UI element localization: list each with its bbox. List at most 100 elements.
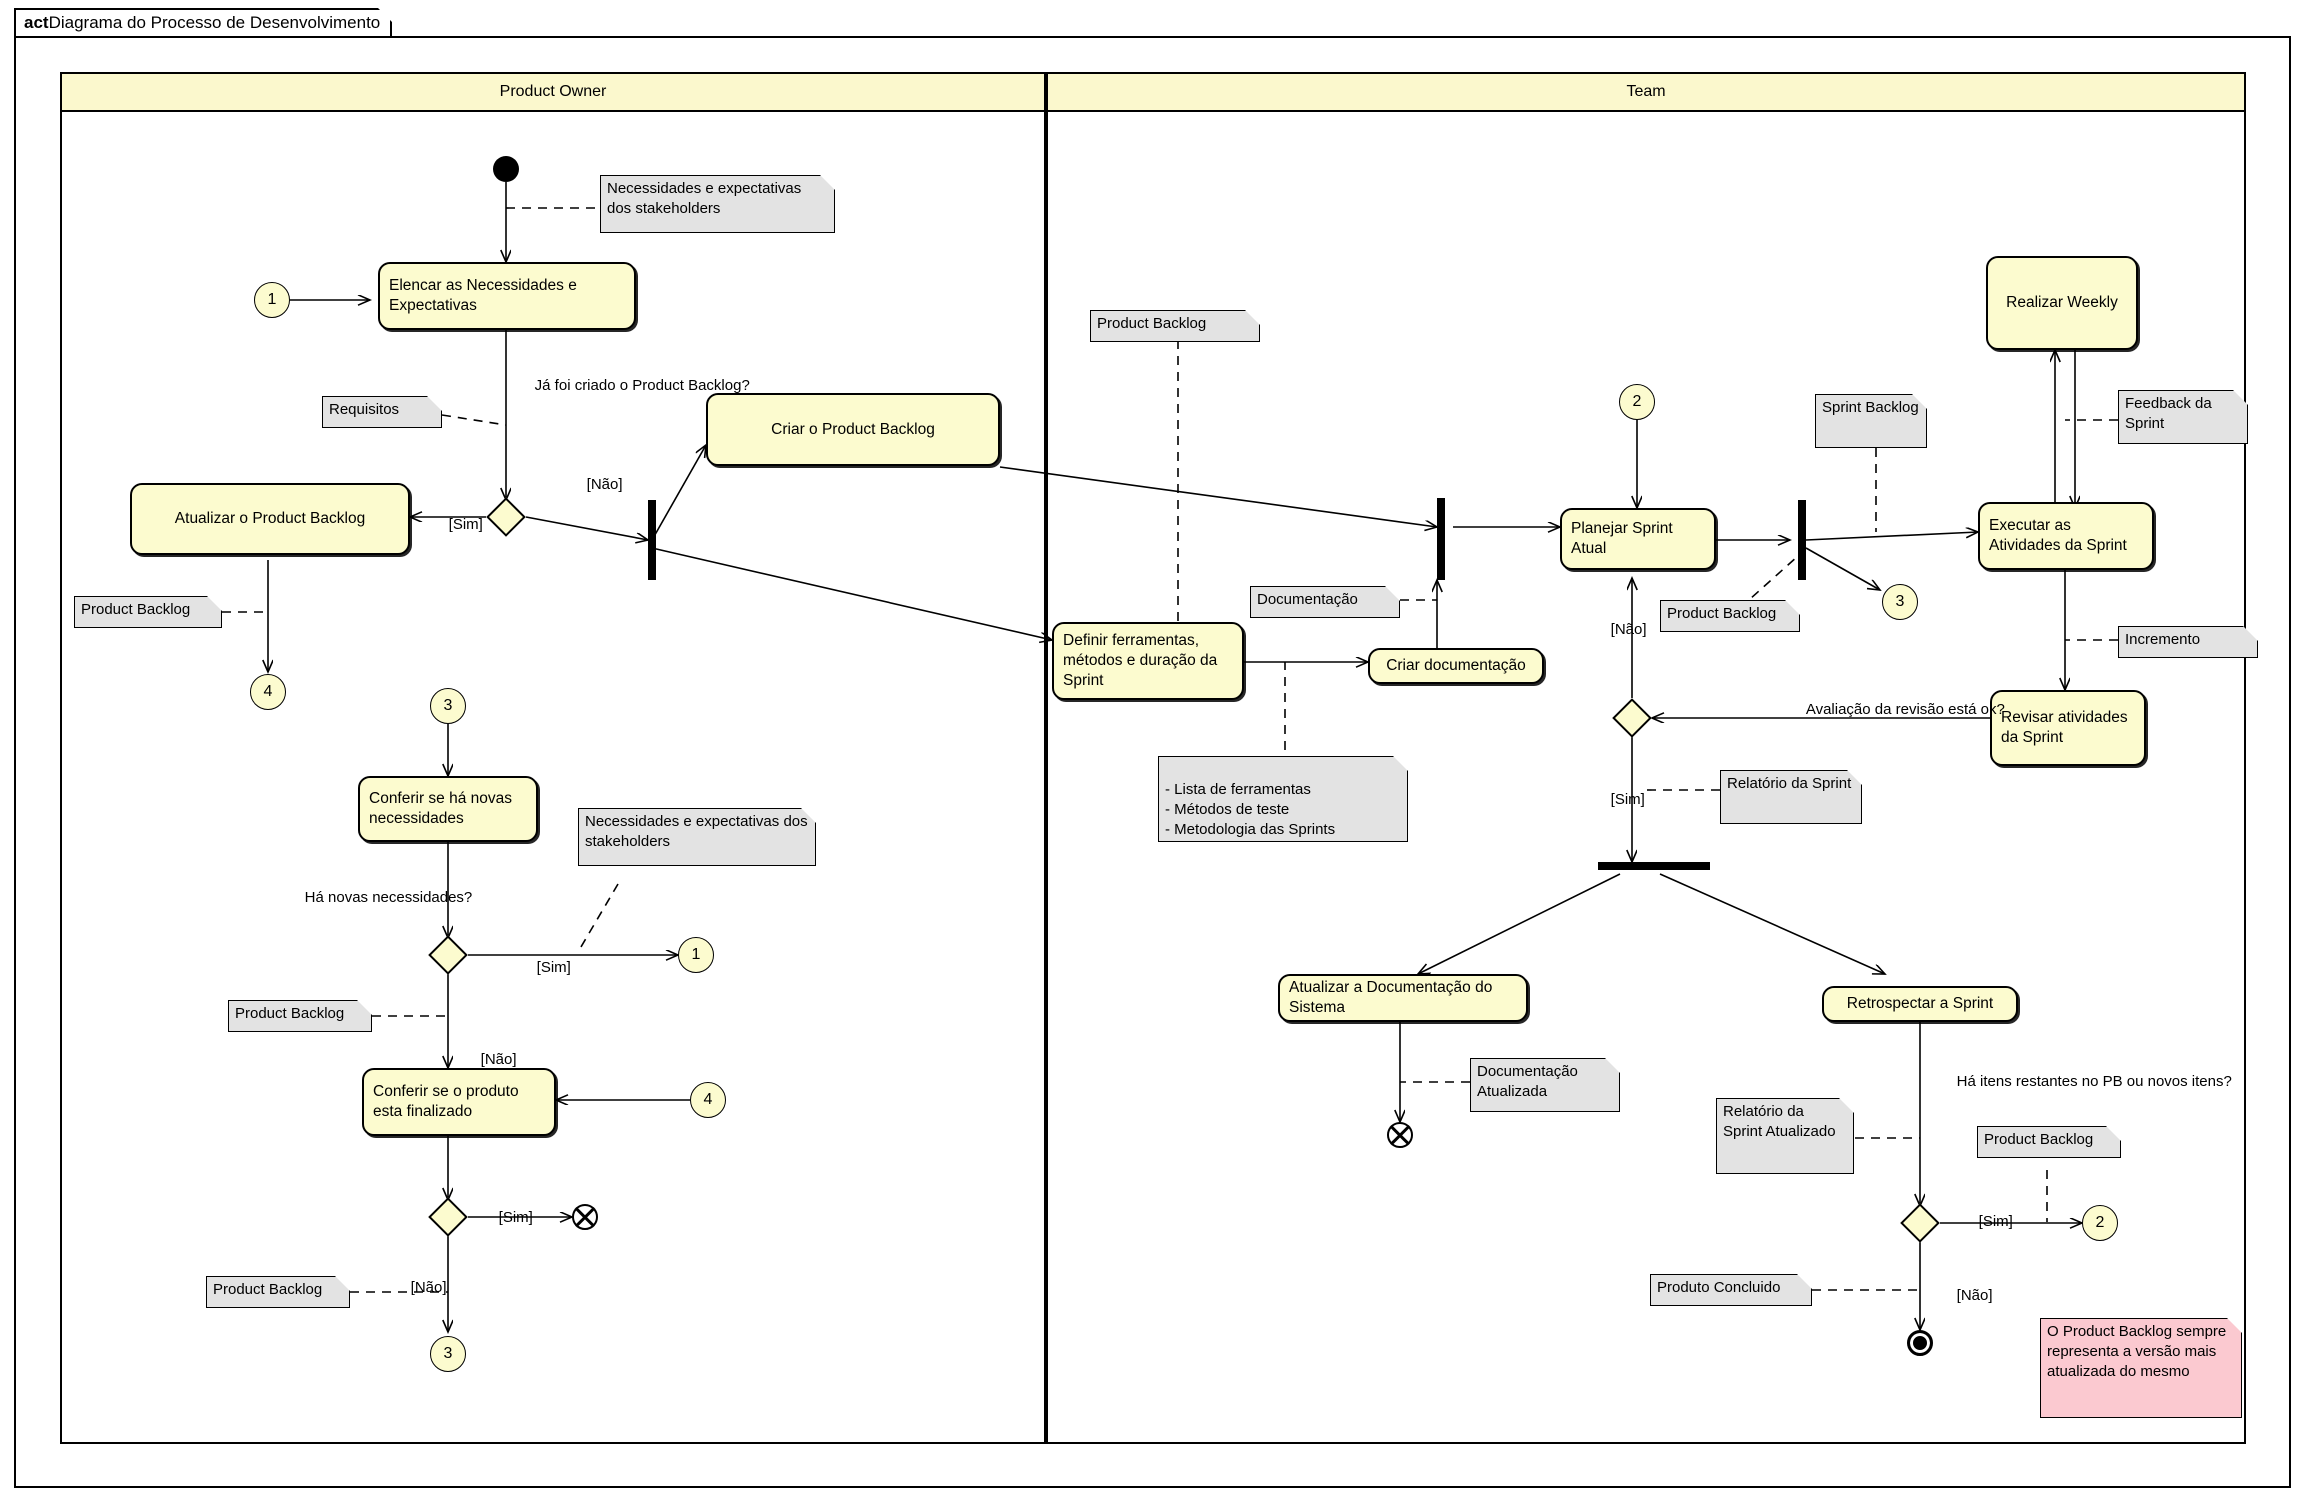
action-criar-documentacao[interactable]: Criar documentação [1368, 648, 1544, 684]
action-definir-ferramentas[interactable]: Definir ferramentas, métodos e duração d… [1052, 622, 1244, 700]
note-requisitos: Requisitos [322, 396, 442, 428]
connector-label: 3 [1895, 593, 1905, 610]
guard-sim-avaliacao: [Sim] [1594, 770, 1645, 830]
note-product-backlog-2: Product Backlog [228, 1000, 372, 1032]
guard-ha-novas-necessidades: Há novas necessidades? [288, 868, 473, 928]
guard-sim-criado: [Sim] [432, 495, 483, 555]
note-product-backlog-team-2: Product Backlog [1660, 600, 1800, 632]
initial-node [493, 156, 519, 182]
swimlane-team-label: Team [1626, 83, 1666, 100]
guard-label: Há novas necessidades? [304, 889, 473, 906]
guard-label: [Não] [1610, 621, 1647, 638]
guard-label: [Sim] [536, 959, 571, 976]
guard-label: Há itens restantes no PB ou novos itens? [1956, 1073, 2232, 1090]
guard-nao-finalizado: [Não] [394, 1258, 447, 1318]
note-label: Relatório da Sprint [1727, 775, 1852, 792]
action-atualizar-documentacao-sistema[interactable]: Atualizar a Documentação do Sistema [1278, 974, 1528, 1022]
note-label: Product Backlog [1097, 315, 1207, 332]
guard-avaliacao-revisao: Avaliação da revisão está ok? [1790, 680, 2005, 740]
action-label: Criar o Product Backlog [771, 420, 935, 438]
action-conferir-produto-finalizado[interactable]: Conferir se o produto esta finalizado [362, 1068, 556, 1136]
action-planejar-sprint-atual[interactable]: Planejar Sprint Atual [1560, 508, 1716, 570]
note-product-backlog-team-3: Product Backlog [1977, 1126, 2121, 1158]
note-label: Sprint Backlog [1822, 399, 1919, 416]
guard-label: [Não] [410, 1279, 447, 1296]
fork-bar-team-2 [1798, 500, 1806, 580]
note-label: Produto Concluido [1657, 1279, 1781, 1296]
flow-final-node-team [1387, 1122, 1413, 1148]
guard-nao-criado: [Não] [570, 455, 623, 515]
connector-label: 3 [443, 1345, 453, 1362]
action-revisar-atividades-sprint[interactable]: Revisar atividades da Sprint [1990, 690, 2146, 766]
connector-label: 1 [267, 291, 277, 308]
note-lista-ferramentas: - Lista de ferramentas - Métodos de test… [1158, 756, 1408, 842]
decision-ha-novas-necessidades [428, 938, 468, 972]
decision-ha-itens-restantes [1900, 1206, 1940, 1240]
connector-4-mid: 4 [690, 1082, 726, 1118]
action-label: Conferir se o produto esta finalizado [373, 1083, 519, 1120]
guard-label: [Não] [1956, 1287, 1993, 1304]
note-label: - Lista de ferramentas - Métodos de test… [1165, 781, 1336, 838]
guard-sim-finalizado: [Sim] [482, 1188, 533, 1248]
flow-final-node-left [572, 1204, 598, 1230]
action-executar-atividades-sprint[interactable]: Executar as Atividades da Sprint [1978, 502, 2154, 570]
action-elencar-necessidades[interactable]: Elencar as Necessidades e Expectativas [378, 262, 636, 330]
guard-ja-foi-criado: Já foi criado o Product Backlog? [518, 356, 750, 416]
decision-produto-finalizado [428, 1200, 468, 1234]
action-label: Criar documentação [1386, 657, 1526, 674]
guard-nao-avaliacao: [Não] [1594, 600, 1647, 660]
note-documentacao-atualizada: Documentação Atualizada [1470, 1058, 1620, 1112]
guard-nao-itens: [Não] [1940, 1266, 1993, 1326]
connector-1-left: 1 [254, 282, 290, 318]
swimlane-team-header: Team [1046, 72, 2246, 112]
note-label: Requisitos [329, 401, 400, 418]
connector-label: 4 [263, 683, 273, 700]
action-criar-product-backlog[interactable]: Criar o Product Backlog [706, 393, 1000, 466]
note-necessidades-expectativas-2: Necessidades e expectativas dos stakehol… [578, 808, 816, 866]
diagram-title-tab: actDiagrama do Processo de Desenvolvimen… [14, 8, 392, 38]
action-label: Conferir se há novas necessidades [369, 790, 513, 827]
connector-label: 2 [2095, 1214, 2105, 1231]
action-label: Realizar Weekly [2006, 294, 2118, 311]
note-incremento: Incremento [2118, 626, 2258, 658]
guard-label: Já foi criado o Product Backlog? [534, 377, 750, 394]
connector-2-bottom: 2 [2082, 1205, 2118, 1241]
decision-ja-foi-criado [486, 500, 526, 534]
guard-sim-novas: [Sim] [520, 938, 571, 998]
action-retrospectar-sprint[interactable]: Retrospectar a Sprint [1822, 986, 2018, 1022]
connector-3-left: 3 [430, 688, 466, 724]
action-atualizar-product-backlog[interactable]: Atualizar o Product Backlog [130, 483, 410, 555]
note-label: Product Backlog [1667, 605, 1777, 622]
action-conferir-novas-necessidades[interactable]: Conferir se há novas necessidades [358, 776, 538, 842]
note-label: Necessidades e expectativas dos stakehol… [607, 180, 802, 217]
connector-label: 1 [691, 946, 701, 963]
note-product-backlog-comment: O Product Backlog sempre representa a ve… [2040, 1318, 2242, 1418]
note-label: Relatório da Sprint Atualizado [1723, 1103, 1836, 1140]
activity-diagram-canvas: actDiagrama do Processo de Desenvolvimen… [0, 0, 2305, 1496]
connector-label: 3 [443, 697, 453, 714]
action-label: Revisar atividades da Sprint [2001, 709, 2128, 746]
action-label: Retrospectar a Sprint [1846, 995, 1994, 1012]
note-label: O Product Backlog sempre representa a ve… [2047, 1323, 2227, 1380]
connector-3-team: 3 [1882, 584, 1918, 620]
action-label: Elencar as Necessidades e Expectativas [389, 277, 577, 314]
action-label: Planejar Sprint Atual [1571, 520, 1673, 557]
action-label: Atualizar o Product Backlog [174, 510, 366, 527]
note-label: Documentação Atualizada [1477, 1063, 1578, 1100]
decision-avaliacao-revisao [1612, 701, 1652, 735]
action-realizar-weekly[interactable]: Realizar Weekly [1986, 256, 2138, 350]
action-label: Definir ferramentas, métodos e duração d… [1063, 632, 1218, 689]
note-label: Necessidades e expectativas dos stakehol… [585, 813, 808, 850]
note-label: Feedback da Sprint [2125, 395, 2212, 432]
action-label: Executar as Atividades da Sprint [1989, 517, 2127, 554]
note-label: Product Backlog [213, 1281, 323, 1298]
action-label: Atualizar a Documentação do Sistema [1289, 979, 1493, 1016]
guard-label: Avaliação da revisão está ok? [1805, 701, 2005, 718]
note-necessidades-expectativas-1: Necessidades e expectativas dos stakehol… [600, 175, 835, 233]
guard-label: [Sim] [448, 516, 483, 533]
note-product-backlog-1: Product Backlog [74, 596, 222, 628]
fork-bar-team-1 [1437, 498, 1445, 580]
fork-bar-product-owner [648, 500, 656, 580]
guard-label: [Sim] [1610, 791, 1645, 808]
note-label: Product Backlog [81, 601, 191, 618]
